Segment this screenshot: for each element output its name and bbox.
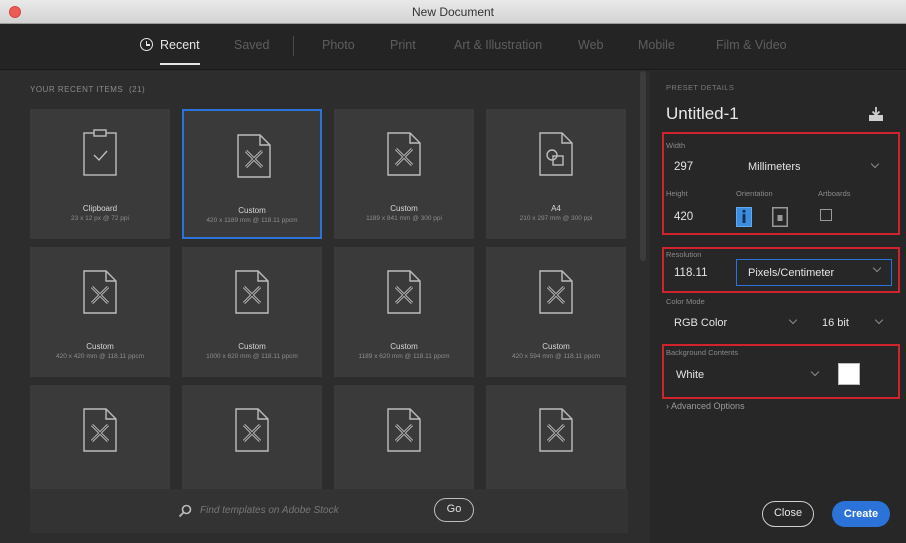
recent-item-card[interactable]: Custom 1000 x 620 mm @ 118.11 ppcm [182,247,322,377]
recent-item-name: Custom [542,342,570,351]
width-input[interactable]: 297 [674,161,693,173]
tab-recent[interactable]: Recent [140,38,200,65]
stock-search-bar: Find templates on Adobe Stock Go [30,489,628,533]
recent-item-name: Custom [238,206,266,215]
background-contents-select[interactable]: White [676,369,704,381]
background-contents-label: Background Contents [666,348,739,357]
orientation-label: Orientation [736,189,773,198]
recent-item-name: Custom [390,204,418,213]
background-color-swatch[interactable] [838,363,860,385]
tab-mobile[interactable]: Mobile [638,38,675,52]
custom-document-icon [387,270,421,314]
color-mode-select[interactable]: RGB Color [674,317,727,329]
search-input[interactable]: Find templates on Adobe Stock [200,505,339,516]
recent-item-card[interactable]: Custom 420 x 594 mm @ 118.11 ppcm [486,247,626,377]
chevron-down-icon [874,315,884,325]
artboards-checkbox[interactable] [820,209,832,221]
resolution-label: Resolution [666,250,702,259]
recent-item-dimensions: 420 x 1189 mm @ 118.11 ppcm [206,217,298,224]
custom-document-icon [237,134,271,178]
scrollbar[interactable] [640,71,646,261]
recent-item-card[interactable]: A4 210 x 297 mm @ 300 ppi [486,109,626,239]
width-label: Width [666,141,686,150]
close-button[interactable]: Close [762,501,814,527]
recent-item-dimensions: 1189 x 620 mm @ 118.11 ppcm [358,353,450,360]
window-titlebar: New Document [0,0,906,24]
portrait-orientation-icon[interactable] [736,207,752,227]
custom-document-icon [387,132,421,176]
recent-item-dimensions: 210 x 297 mm @ 300 ppi [519,215,593,222]
artboards-label: Artboards [818,189,851,198]
height-input[interactable]: 420 [674,211,693,223]
tab-film-video[interactable]: Film & Video [716,38,787,52]
go-button[interactable]: Go [434,498,474,522]
recent-items-label: YOUR RECENT ITEMS [30,85,124,94]
recent-item-name: Custom [86,342,114,351]
tab-recent-label: Recent [160,38,200,52]
recent-item-card[interactable]: Custom 1189 x 620 mm @ 118.11 ppcm [334,247,474,377]
recent-items-heading: YOUR RECENT ITEMS (21) [30,85,145,94]
save-preset-icon[interactable] [868,106,884,122]
active-tab-indicator [160,63,200,65]
custom-document-icon [83,270,117,314]
recent-item-dimensions: 420 x 594 mm @ 118.11 ppcm [511,353,600,360]
recent-item-name: Custom [390,342,418,351]
window-title: New Document [411,5,495,19]
recent-item-dimensions: 1189 x 841 mm @ 300 ppi [366,215,442,222]
advanced-options-label: Advanced Options [671,401,745,411]
width-unit-select[interactable]: Millimeters [748,161,801,173]
tab-print[interactable]: Print [390,38,416,52]
search-icon [178,504,192,518]
clipboard-icon [83,129,117,176]
clock-icon [140,38,153,51]
resolution-unit-label: Pixels/Centimeter [748,267,835,279]
preset-details-heading: PRESET DETAILS [666,83,735,92]
recent-item-card[interactable]: Custom 420 x 420 mm @ 118.11 ppcm [30,247,170,377]
recent-item-dimensions: 420 x 420 mm @ 118.11 ppcm [55,353,144,360]
custom-document-icon [387,408,421,452]
advanced-options-toggle[interactable]: › Advanced Options [666,401,745,411]
document-name-field[interactable]: Untitled-1 [666,104,739,124]
recent-item-name: A4 [551,204,561,213]
tab-web[interactable]: Web [578,38,603,52]
color-mode-label: Color Mode [666,297,705,306]
chevron-right-icon: › [666,401,669,411]
custom-document-icon [83,408,117,452]
custom-document-icon [235,270,269,314]
recent-item-dimensions: 1000 x 620 mm @ 118.11 ppcm [206,353,298,360]
landscape-orientation-icon[interactable] [772,207,788,227]
nav-divider [293,36,294,56]
recent-item-card[interactable]: Custom 420 x 1189 mm @ 118.11 ppcm [182,109,322,239]
bit-depth-select[interactable]: 16 bit [822,317,849,329]
recent-item-dimensions: 23 x 12 px @ 72 ppi [71,215,129,222]
resolution-input[interactable]: 118.11 [674,267,707,279]
tab-saved[interactable]: Saved [234,38,269,52]
chevron-down-icon [788,315,798,325]
tab-photo[interactable]: Photo [322,38,355,52]
preset-details-panel: PRESET DETAILS Untitled-1 Width 297 Mill… [650,71,906,543]
create-button[interactable]: Create [832,501,890,527]
recent-item-card[interactable]: Clipboard 23 x 12 px @ 72 ppi [30,109,170,239]
recent-item-card[interactable]: Custom 1189 x 841 mm @ 300 ppi [334,109,474,239]
height-label: Height [666,189,688,198]
custom-document-icon [235,408,269,452]
print-document-icon [539,132,573,176]
custom-document-icon [539,408,573,452]
recent-items-count: (21) [128,85,146,94]
custom-document-icon [539,270,573,314]
recent-item-name: Clipboard [82,204,118,213]
tab-art-illustration[interactable]: Art & Illustration [454,38,542,52]
recent-item-name: Custom [238,342,266,351]
category-tabs: Recent Saved Photo Print Art & Illustrat… [0,24,906,70]
recent-items-panel: YOUR RECENT ITEMS (21) Clipboard 23 x 12 … [0,71,650,543]
